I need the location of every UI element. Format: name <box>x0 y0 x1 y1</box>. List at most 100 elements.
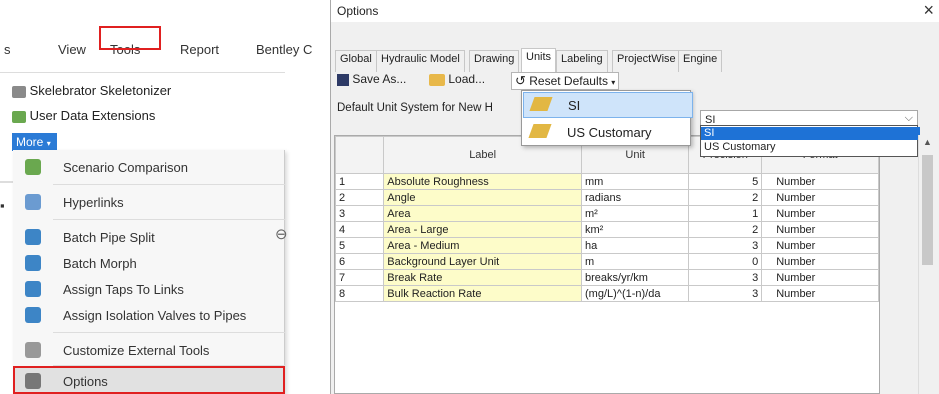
scrollbar-thumb[interactable] <box>922 155 933 265</box>
scroll-up-icon[interactable]: ▲ <box>923 137 932 147</box>
tab-engine[interactable]: Engine <box>678 50 723 72</box>
batch-pipe-split-icon <box>25 229 41 245</box>
load-label: Load... <box>448 72 486 86</box>
save-icon <box>337 73 349 86</box>
unit-cell[interactable]: ha <box>581 237 690 254</box>
precision-cell[interactable]: 3 <box>688 269 763 286</box>
ribbon-divider <box>0 72 285 73</box>
table-row[interactable]: 4 Area - Large km² 2 Number <box>335 221 879 238</box>
hyperlinks-icon <box>25 194 41 210</box>
reset-label: Reset Defaults <box>529 74 608 88</box>
save-as-label: Save As... <box>352 72 407 86</box>
chevron-down-icon: ⌵ <box>904 112 913 124</box>
precision-cell[interactable]: 1 <box>688 205 763 222</box>
dropdown-arrow-icon: ▾ <box>46 139 51 148</box>
unit-cell[interactable]: mm <box>581 173 690 190</box>
precision-cell[interactable]: 3 <box>688 237 763 254</box>
menu-item-si[interactable]: SI <box>523 92 693 118</box>
label-cell: Area - Large <box>383 221 583 238</box>
table-row[interactable]: 3 Area m² 1 Number <box>335 205 879 222</box>
ribbon-tab-partial[interactable]: s <box>4 42 11 57</box>
menu-item-us-customary[interactable]: US Customary <box>523 120 691 144</box>
menu-item-scenario-comparison[interactable]: Scenario Comparison <box>13 152 285 182</box>
close-icon[interactable]: × <box>923 0 934 21</box>
skelebrator-item[interactable]: Skelebrator Skeletonizer <box>12 83 171 98</box>
user-data-extensions-item[interactable]: User Data Extensions <box>12 108 155 123</box>
option-us-customary[interactable]: US Customary <box>701 141 920 154</box>
format-cell[interactable]: Number <box>761 237 879 254</box>
ribbon-tab-bentley[interactable]: Bentley C <box>256 42 312 57</box>
label-cell: Angle <box>383 189 583 206</box>
tab-labeling[interactable]: Labeling <box>556 50 608 72</box>
table-row[interactable]: 8 Bulk Reaction Rate (mg/L)^(1-n)/da 3 Numbe… <box>335 285 879 302</box>
menu-separator <box>53 219 285 220</box>
more-button[interactable]: More ▾ <box>12 133 57 151</box>
table-row[interactable]: 5 Area - Medium ha 3 Number <box>335 237 879 254</box>
precision-cell[interactable]: 2 <box>688 221 763 238</box>
unit-cell[interactable]: m² <box>581 205 690 222</box>
skelebrator-icon <box>12 85 26 98</box>
format-cell[interactable]: Number <box>761 189 879 206</box>
format-cell[interactable]: Number <box>761 205 879 222</box>
dialog-tabs: Global Hydraulic Model Drawing Units Lab… <box>331 46 939 73</box>
assign-taps-icon <box>25 281 41 297</box>
menu-item-hyperlinks[interactable]: Hyperlinks <box>13 187 285 217</box>
unit-system-icon <box>529 97 553 111</box>
label-cell: Area - Medium <box>383 237 583 254</box>
scenario-comparison-icon <box>25 159 41 175</box>
more-dropdown-menu: Scenario Comparison Hyperlinks Batch Pip… <box>13 150 285 394</box>
format-cell[interactable]: Number <box>761 269 879 286</box>
table-row[interactable]: 7 Break Rate breaks/yr/km 3 Number <box>335 269 879 286</box>
menu-item-customize-external-tools[interactable]: Customize External Tools <box>13 335 285 365</box>
menu-item-label: Scenario Comparison <box>63 160 189 175</box>
row-number: 1 <box>335 173 385 190</box>
select-options-list: SI US Customary <box>700 125 920 157</box>
label-cell: Absolute Roughness <box>383 173 583 190</box>
tab-global[interactable]: Global <box>335 50 377 72</box>
label-cell: Area <box>383 205 583 222</box>
table-row[interactable]: 2 Angle radians 2 Number <box>335 189 879 206</box>
dropdown-arrow-icon: ▾ <box>611 78 616 87</box>
isolation-valves-icon <box>25 307 41 323</box>
precision-cell[interactable]: 0 <box>688 253 763 270</box>
format-cell[interactable]: Number <box>761 253 879 270</box>
option-si[interactable]: SI <box>701 127 920 140</box>
table-row[interactable]: 1 Absolute Roughness mm 5 Number <box>335 173 879 190</box>
menu-item-label: Customize External Tools <box>63 343 210 358</box>
unit-cell[interactable]: km² <box>581 221 690 238</box>
menu-item-label: SI <box>568 98 581 113</box>
vertical-scrollbar[interactable]: ▲ <box>918 135 936 394</box>
row-number: 6 <box>335 253 385 270</box>
tools-tab-highlight <box>99 26 161 50</box>
zoom-icon[interactable]: ⊖ <box>275 225 288 243</box>
tab-projectwise[interactable]: ProjectWise <box>612 50 681 72</box>
row-number: 5 <box>335 237 385 254</box>
format-cell[interactable]: Number <box>761 173 879 190</box>
tab-hydraulic-model[interactable]: Hydraulic Model <box>376 50 465 72</box>
menu-separator <box>53 184 285 185</box>
unit-cell[interactable]: breaks/yr/km <box>581 269 690 286</box>
precision-cell[interactable]: 3 <box>688 285 763 302</box>
unit-cell[interactable]: m <box>581 253 690 270</box>
save-as-button[interactable]: Save As... <box>337 72 406 86</box>
table-row[interactable]: 6 Background Layer Unit m 0 Number <box>335 253 879 270</box>
unit-cell[interactable]: radians <box>581 189 690 206</box>
reset-icon: ↺ <box>515 73 526 88</box>
menu-item-assign-isolation-valves[interactable]: Assign Isolation Valves to Pipes <box>13 300 285 330</box>
format-cell[interactable]: Number <box>761 221 879 238</box>
reset-defaults-button[interactable]: ↺ Reset Defaults ▾ <box>511 72 620 90</box>
load-button[interactable]: Load... <box>429 72 485 86</box>
format-cell[interactable]: Number <box>761 285 879 302</box>
tab-drawing[interactable]: Drawing <box>469 50 520 72</box>
ribbon-edge-glyph: ▪ <box>0 198 5 213</box>
precision-cell[interactable]: 2 <box>688 189 763 206</box>
batch-morph-icon <box>25 255 41 271</box>
menu-item-label: US Customary <box>567 125 652 140</box>
precision-cell[interactable]: 5 <box>688 173 763 190</box>
ribbon-tab-view[interactable]: View <box>58 42 86 57</box>
unit-cell[interactable]: (mg/L)^(1-n)/da <box>581 285 690 302</box>
row-number: 2 <box>335 189 385 206</box>
options-highlight <box>13 366 285 394</box>
ribbon-tab-report[interactable]: Report <box>180 42 219 57</box>
label-cell: Background Layer Unit <box>383 253 583 270</box>
